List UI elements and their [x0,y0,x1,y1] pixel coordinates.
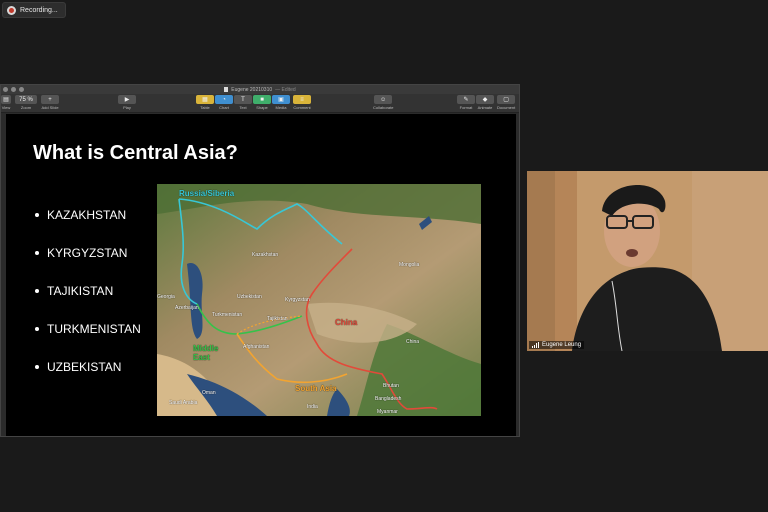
shape-button[interactable]: ■ Shape [253,95,271,110]
list-item: KAZAKHSTAN [35,208,141,246]
keynote-window: Eugene 20210310 — Edited ▤ View 75 % Zoo… [0,84,520,437]
bullet-icon [35,213,39,217]
bullet-icon [35,327,39,331]
table-icon: ▦ [196,95,214,104]
zoom-window-button[interactable] [19,87,24,92]
map-label-azerbaijan: Azerbaijan [175,305,199,311]
plus-icon: + [41,95,59,104]
chart-icon: ◔ [215,95,233,104]
map-label-tajikistan: Tajikistan [267,316,288,322]
slide-title: What is Central Asia? [33,142,238,164]
participant-video-frame [527,171,768,351]
document-title: Eugene 20210310 — Edited [224,86,296,93]
map-label-mongolia: Mongolia [399,262,420,268]
table-button[interactable]: ▦ Table [196,95,214,110]
animate-icon: ◆ [476,95,494,104]
view-button[interactable]: ▤ View [1,95,11,110]
participant-name: Eugene Leung [542,342,582,348]
minimize-window-button[interactable] [11,87,16,92]
record-icon [7,5,16,15]
map-label-oman: Oman [202,390,216,396]
recording-indicator[interactable]: Recording... [2,2,66,18]
map-label-georgia: Georgia [157,294,175,300]
screen: Recording... Eugene 20210310 — Edited ▤ … [0,0,768,512]
zoom-button[interactable]: 75 % Zoom [15,95,37,110]
document-icon [224,87,229,92]
map-label-kyrgyzstan: Kyrgyzstan [285,297,310,303]
close-window-button[interactable] [3,87,8,92]
comment-button[interactable]: ≡ Comment [293,95,311,110]
list-item: TAJIKISTAN [35,284,141,322]
participant-video-tile[interactable]: Eugene Leung [527,171,768,351]
view-icon: ▤ [1,95,11,104]
map-label-myanmar: Myanmar [377,409,398,415]
text-icon: T [234,95,252,104]
format-brush-icon: ✎ [457,95,475,104]
signal-icon [532,342,539,348]
keynote-toolbar: ▤ View 75 % Zoom + Add Slide ▶ Play ▦ Ta… [1,94,519,113]
window-controls [3,87,24,92]
edited-status: — Edited [275,86,296,93]
animate-button[interactable]: ◆ Animate [476,95,494,110]
collaborate-icon: ☺ [374,95,393,104]
map-label-south-asia: South Asia [295,384,337,393]
play-icon: ▶ [118,95,136,104]
bullet-icon [35,289,39,293]
slide-canvas[interactable]: What is Central Asia? KAZAKHSTAN KYRGYZS… [6,114,516,436]
map-label-uzbekistan: Uzbekistan [237,294,262,300]
list-item: UZBEKISTAN [35,360,141,398]
list-item: TURKMENISTAN [35,322,141,360]
map-label-turkmenistan: Turkmenistan [212,312,243,318]
map-label-india: India [307,404,318,410]
document-name: Eugene 20210310 [231,86,273,93]
zoom-value: 75 % [15,95,37,104]
map-graphic [157,184,481,416]
map-label-russia: Russia/Siberia [179,189,235,198]
shape-icon: ■ [253,95,271,104]
comment-icon: ≡ [293,95,311,104]
map-label-bhutan: Bhutan [383,383,399,389]
collaborate-button[interactable]: ☺ Collaborate [373,95,393,110]
country-list: KAZAKHSTAN KYRGYZSTAN TAJIKISTAN TURKMEN… [35,208,141,398]
map-label-afghanistan: Afghanistan [243,344,270,350]
map-label-china: China [335,318,358,327]
media-button[interactable]: ▣ Media [272,95,290,110]
chart-button[interactable]: ◔ Chart [215,95,233,110]
map-label-saudi: Saudi Arabia [169,400,198,406]
document-panel-icon: ▢ [497,95,516,104]
document-button[interactable]: ▢ Document [497,95,515,110]
list-item: KYRGYZSTAN [35,246,141,284]
play-button[interactable]: ▶ Play [118,95,136,110]
format-button[interactable]: ✎ Format [457,95,475,110]
map-label-china-small: China [406,339,420,345]
bullet-icon [35,365,39,369]
media-icon: ▣ [272,95,290,104]
map-label-middle-east: Middle East [193,344,219,362]
recording-label: Recording... [20,6,58,14]
central-asia-map: Russia/Siberia China Middle East South A… [157,184,481,416]
participant-name-tag: Eugene Leung [529,341,585,349]
add-slide-button[interactable]: + Add Slide [41,95,59,110]
window-titlebar: Eugene 20210310 — Edited [1,85,519,94]
text-button[interactable]: T Text [234,95,252,110]
map-label-kazakhstan: Kazakhstan [252,252,279,258]
map-label-bangladesh: Bangladesh [375,396,402,402]
bullet-icon [35,251,39,255]
